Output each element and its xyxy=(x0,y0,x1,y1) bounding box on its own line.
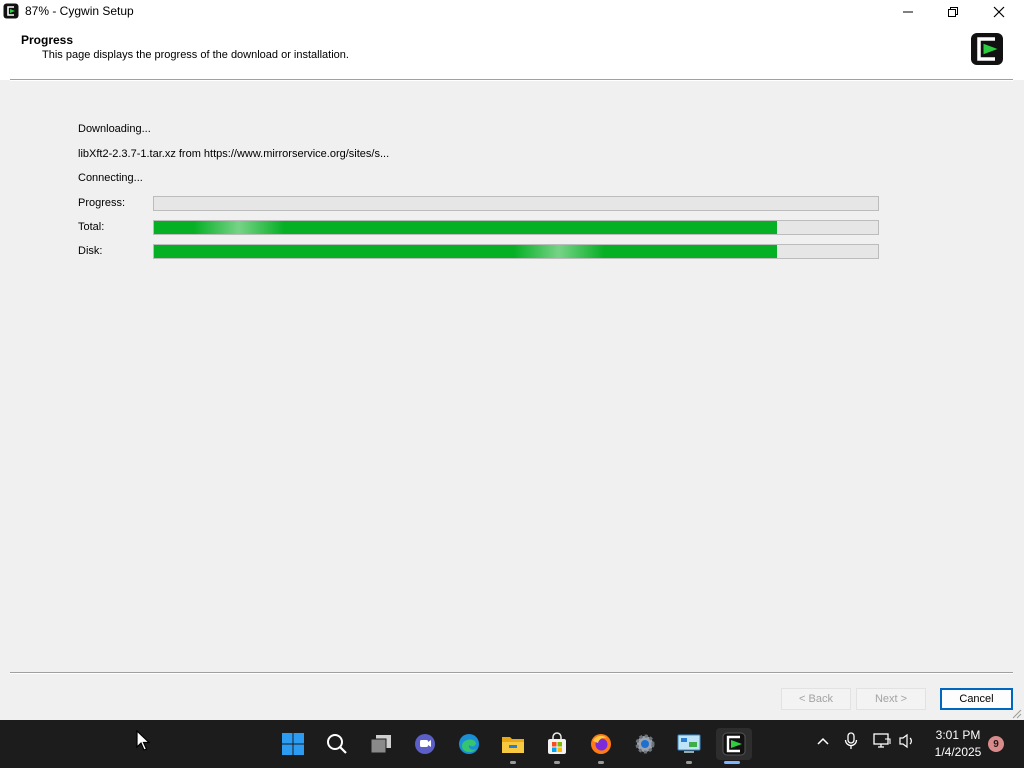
firefox-icon[interactable] xyxy=(585,728,617,764)
microphone-icon[interactable] xyxy=(844,732,858,753)
microsoft-store-icon[interactable] xyxy=(541,728,573,764)
task-view-icon[interactable] xyxy=(365,728,397,760)
progress-label: Progress: xyxy=(78,197,126,209)
status-line-1: Downloading... xyxy=(78,123,151,135)
notification-count-badge[interactable]: 9 xyxy=(988,736,1004,752)
cancel-button[interactable]: Cancel xyxy=(940,688,1013,710)
next-button[interactable]: Next > xyxy=(856,688,926,710)
restore-button[interactable] xyxy=(930,0,976,24)
settings-icon[interactable] xyxy=(629,728,661,760)
cygwin-logo-icon xyxy=(970,32,1004,66)
mouse-cursor-icon xyxy=(136,729,151,755)
volume-icon[interactable] xyxy=(898,733,916,752)
control-panel-icon[interactable] xyxy=(673,728,705,764)
store-running-indicator xyxy=(554,761,560,764)
disk-progress-shine xyxy=(514,245,604,258)
status-line-2: libXft2-2.3.7-1.tar.xz from https://www.… xyxy=(78,148,390,160)
clock-date[interactable]: 1/4/2025 xyxy=(926,745,990,759)
title-bar[interactable]: 87% - Cygwin Setup xyxy=(0,0,1024,24)
disk-label: Disk: xyxy=(78,245,103,257)
start-icon[interactable] xyxy=(277,728,309,760)
resize-grip-icon[interactable] xyxy=(1010,707,1022,719)
control-panel-running-indicator xyxy=(686,761,692,764)
progress-bar xyxy=(153,196,879,211)
footer-separator-highlight xyxy=(10,673,1013,674)
page-description: This page displays the progress of the d… xyxy=(42,49,349,61)
cygwin-active-indicator xyxy=(724,761,740,764)
network-icon[interactable] xyxy=(873,733,891,752)
cygwin-icon[interactable] xyxy=(716,728,752,764)
disk-progress-fill xyxy=(154,245,777,258)
close-button[interactable] xyxy=(976,0,1022,24)
taskbar xyxy=(0,720,1024,768)
status-line-3: Connecting... xyxy=(78,172,143,184)
total-label: Total: xyxy=(78,221,105,233)
file-explorer-icon[interactable] xyxy=(497,728,529,764)
back-button[interactable]: < Back xyxy=(781,688,851,710)
total-progress-bar xyxy=(153,220,879,235)
disk-progress-bar xyxy=(153,244,879,259)
header-separator-highlight xyxy=(10,80,1013,81)
file-explorer-running-indicator xyxy=(510,761,516,764)
minimize-button[interactable] xyxy=(885,0,931,24)
show-hidden-icons-chevron-icon[interactable] xyxy=(816,734,830,751)
page-heading: Progress xyxy=(21,33,74,47)
window-title: 87% - Cygwin Setup xyxy=(25,4,134,18)
cygwin-app-icon xyxy=(3,3,19,19)
search-icon[interactable] xyxy=(321,728,353,760)
wizard-header: Progress This page displays the progress… xyxy=(0,24,1024,80)
teams-chat-icon[interactable] xyxy=(409,728,441,760)
total-progress-shine xyxy=(194,221,284,234)
firefox-running-indicator xyxy=(598,761,604,764)
clock-time[interactable]: 3:01 PM xyxy=(930,728,986,742)
edge-icon[interactable] xyxy=(453,728,485,760)
